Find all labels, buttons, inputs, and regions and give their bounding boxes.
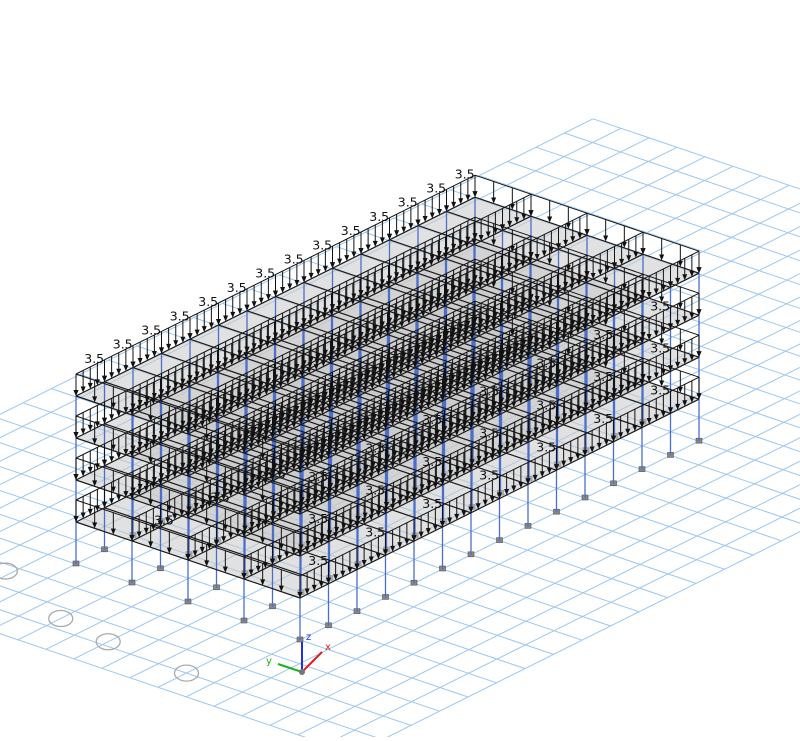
load-value-label: 3.5 [479, 384, 499, 399]
axis-origin-marker [299, 669, 305, 675]
load-line [587, 213, 643, 232]
load-value-label: 3.5 [479, 468, 499, 483]
axis-x-label: x [325, 642, 331, 653]
load-value-label: 3.5 [154, 513, 174, 528]
load-value-label: 3.5 [308, 553, 328, 568]
load-value-label: 3.5 [141, 323, 161, 338]
structural-model-3d-view[interactable]: 3.5 3.5 3.5 3.5 3.5 3.5 3.5 3.5 3.5 3.5 3.5 3.5 3.5 3… [0, 0, 800, 737]
load-value-label: 3.5 [536, 439, 556, 454]
load-line [643, 232, 699, 251]
load-value-label: 3.5 [255, 266, 275, 281]
load-value-label: 3.5 [650, 299, 670, 314]
load-value-label: 3.5 [593, 411, 613, 426]
load-value-label: 3.5 [536, 397, 556, 412]
load-value-label: 3.5 [422, 412, 442, 427]
load-value-label: 3.5 [536, 355, 556, 370]
axis-y-label: y [266, 656, 272, 667]
load-arrowhead [473, 191, 478, 197]
load-value-label: 3.5 [422, 496, 442, 511]
load-value-label: 3.5 [369, 209, 389, 224]
axis-x-line [302, 652, 322, 672]
load-value-label: 3.5 [170, 308, 190, 323]
load-value-label: 3.5 [341, 223, 361, 238]
load-value-label: 3.5 [365, 441, 385, 456]
load-value-label: 3.5 [210, 490, 230, 505]
load-value-label: 3.5 [365, 525, 385, 540]
load-value-label: 3.5 [266, 467, 286, 482]
load-value-label: 3.5 [308, 469, 328, 484]
load-value-label: 3.5 [198, 294, 218, 309]
load-value-label: 3.5 [455, 166, 475, 181]
load-value-label: 3.5 [308, 511, 328, 526]
load-value-label: 3.5 [479, 426, 499, 441]
load-value-label: 3.5 [650, 341, 670, 356]
load-value-label: 3.5 [593, 327, 613, 342]
load-line [531, 194, 587, 213]
load-value-label: 3.5 [398, 195, 418, 210]
load-value-label: 3.5 [284, 252, 304, 267]
load-value-label: 3.5 [650, 383, 670, 398]
load-line [475, 175, 531, 194]
load-value-label: 3.5 [365, 483, 385, 498]
load-value-label: 3.5 [422, 454, 442, 469]
load-value-label: 3.5 [227, 280, 247, 295]
load-value-label: 3.5 [312, 237, 332, 252]
model-viewport[interactable]: 3.5 3.5 3.5 3.5 3.5 3.5 3.5 3.5 3.5 3.5 3.5 3.5 3.5 3… [0, 0, 800, 737]
axis-y-line [278, 664, 302, 672]
load-value-label: 3.5 [593, 369, 613, 384]
load-value-label: 3.5 [113, 337, 133, 352]
axis-z-label: z [306, 632, 311, 643]
load-value-label: 3.5 [84, 351, 104, 366]
load-value-label: 3.5 [426, 181, 446, 196]
